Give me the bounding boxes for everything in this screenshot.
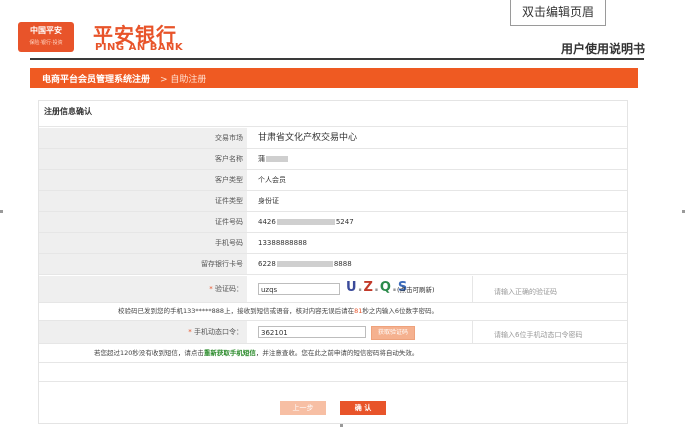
empty-row <box>39 363 627 382</box>
label-customer-name: 客户名称 <box>39 149 247 169</box>
prev-step-button[interactable]: 上一步 <box>280 401 326 415</box>
label-id-type: 证件类型 <box>39 191 247 211</box>
logo-text: 中国平安 <box>30 26 62 35</box>
captcha-input[interactable]: uzqs <box>258 283 340 295</box>
sms-code-input[interactable]: 362101 <box>258 326 366 338</box>
label-market: 交易市场 <box>39 128 247 148</box>
logo: 中国平安 保险·银行·投资 <box>18 22 74 52</box>
value-phone: 13388888888 <box>258 239 307 247</box>
sms-notice: 校验码已发到您的手机133*****888上，接收到短信或语音，核对内容无误后请… <box>118 307 438 315</box>
label-bank-card: 留存银行卡号 <box>39 254 247 274</box>
sms-code-hint: 请输入6位手机动态口令密码 <box>494 331 583 339</box>
column-divider <box>472 321 473 343</box>
bottom-edge-marker <box>340 424 343 427</box>
edit-header-button[interactable]: 双击编辑页眉 <box>510 0 606 26</box>
left-edge-marker <box>0 210 3 213</box>
label-id-number: 证件号码 <box>39 212 247 232</box>
label-phone: 手机号码 <box>39 233 247 253</box>
logo-subtext: 保险·银行·投资 <box>29 40 63 46</box>
panel-title: 注册信息确认 <box>44 107 92 116</box>
header-divider <box>30 58 644 60</box>
value-market: 甘肃省文化产权交易中心 <box>258 133 358 143</box>
value-id-type: 身份证 <box>258 197 279 205</box>
brand-name-en: PING AN BANK <box>95 42 184 53</box>
get-sms-code-button[interactable]: 获取验证码 <box>371 326 415 340</box>
breadcrumb-current: > 自助注册 <box>160 75 207 85</box>
column-divider <box>472 276 473 302</box>
label-customer-type: 客户类型 <box>39 170 247 190</box>
value-customer-type: 个人会员 <box>258 176 286 184</box>
value-id-number: 4426 5247 <box>258 218 354 226</box>
breadcrumb-section[interactable]: 电商平台会员管理系统注册 <box>42 72 150 85</box>
value-bank-card: 6228 8888 <box>258 260 352 268</box>
label-captcha: * 验证码： <box>39 276 247 302</box>
resend-sms-link[interactable]: 重新获取手机短信 <box>204 349 256 357</box>
captcha-refresh-text[interactable]: (点击可刷新) <box>397 280 435 300</box>
value-customer-name: 蒲 <box>258 149 289 169</box>
confirm-button[interactable]: 确 认 <box>340 401 386 415</box>
resend-notice: 若您超过120秒没有收到短信，请点击重新获取手机短信，并注意查收。您在此之前申请… <box>94 349 419 357</box>
manual-title: 用户使用说明书 <box>560 42 645 56</box>
breadcrumb: 电商平台会员管理系统注册 > 自助注册 <box>30 68 638 88</box>
captcha-hint: 请输入正确的验证码 <box>494 288 557 296</box>
panel-title-divider <box>39 118 627 127</box>
label-sms-code: * 手机动态口令： <box>39 321 247 343</box>
